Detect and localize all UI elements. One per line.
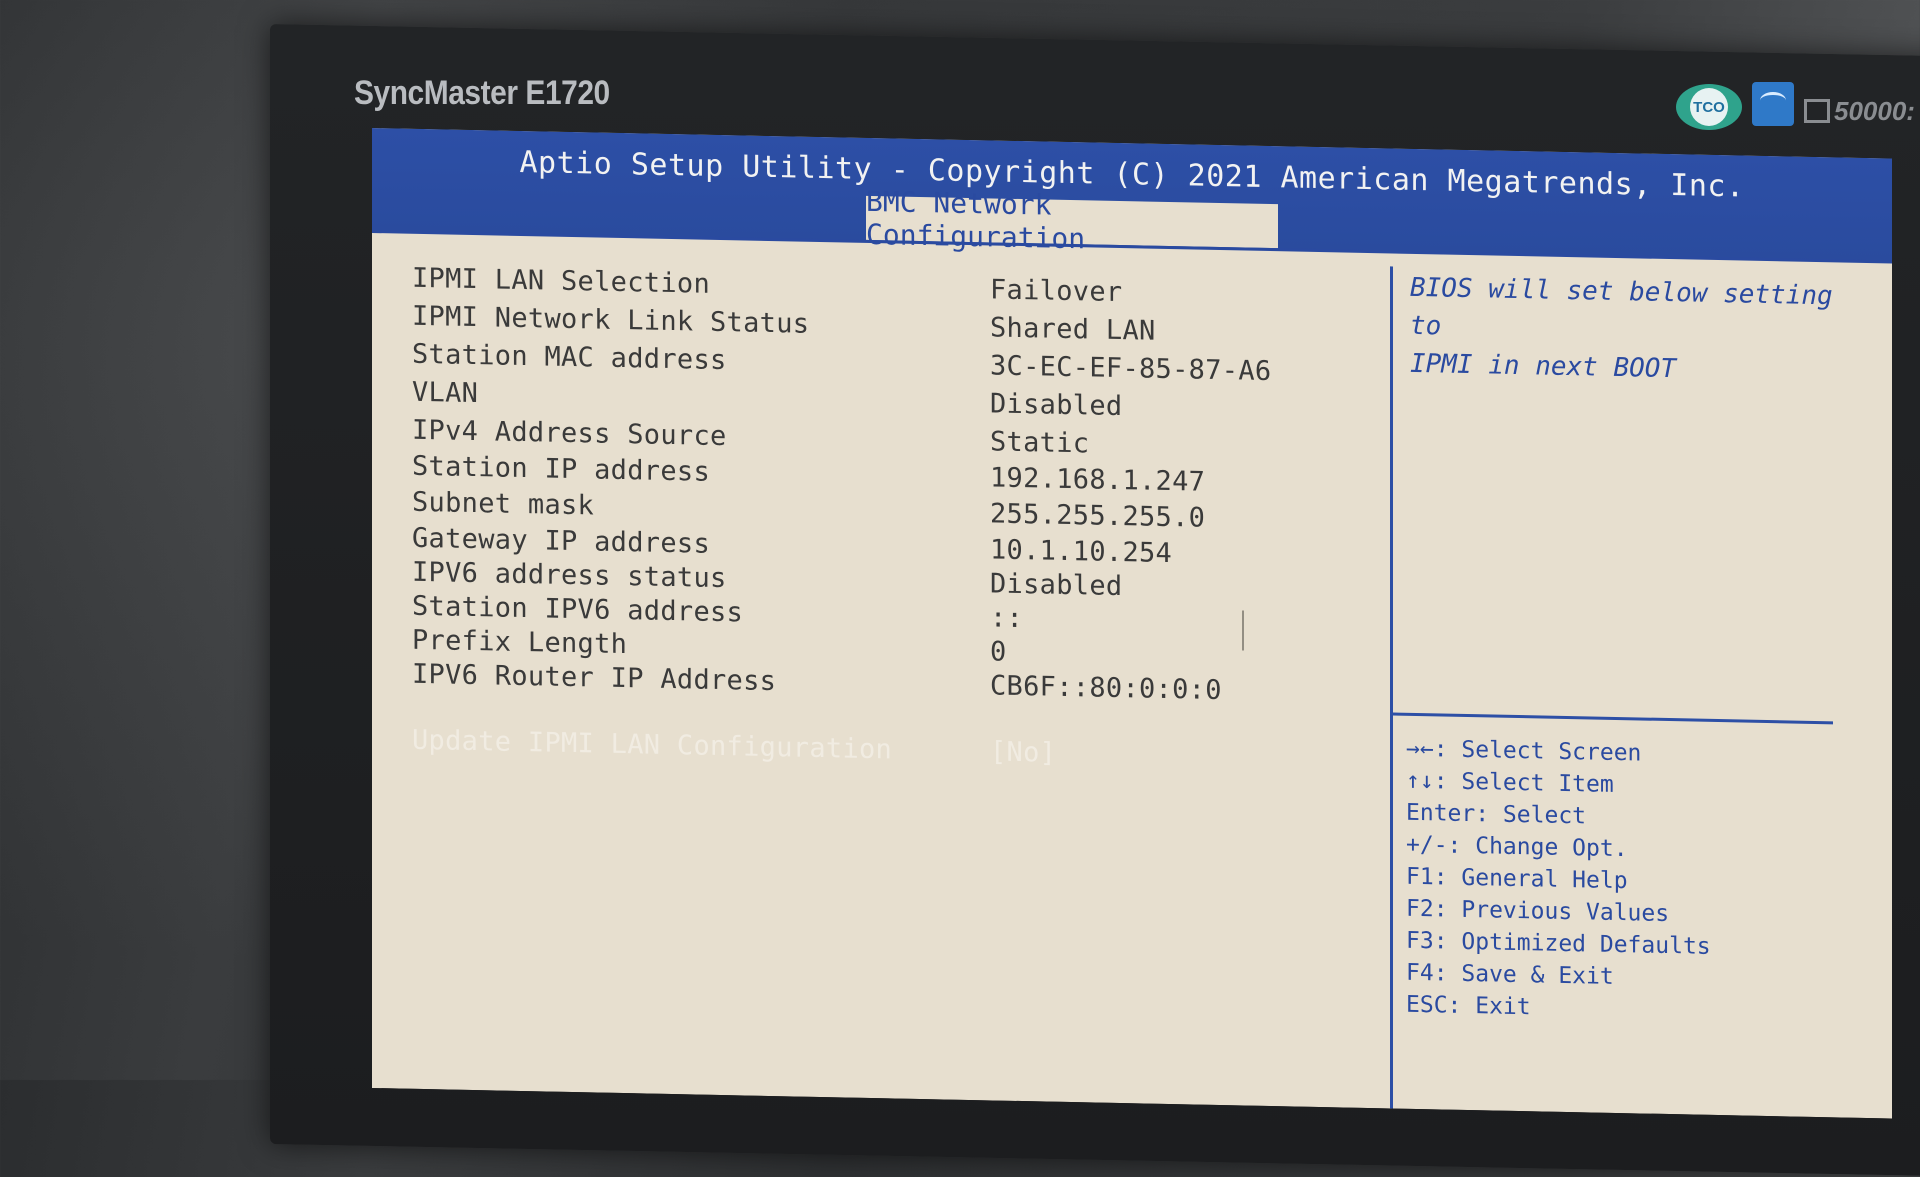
setting-value: 10.1.10.254 (990, 534, 1173, 570)
setting-label: Prefix Length (412, 624, 628, 661)
help-text-line: BIOS will set below setting to (1410, 272, 1833, 342)
setting-label: Station IPV6 address (412, 590, 744, 629)
action-label: Update IPMI LAN Configuration (412, 724, 893, 766)
help-panel: BIOS will set below setting to IPMI in n… (1410, 269, 1850, 392)
monitor-badges: TCO 50000: (1676, 78, 1920, 138)
setting-value: 192.168.1.247 (990, 462, 1206, 498)
monitor-screen: Aptio Setup Utility - Copyright (C) 2021… (372, 128, 1892, 1119)
setting-value: CB6F::80:0:0:0 (990, 670, 1222, 707)
settings-panel: IPMI LAN Selection Failover IPMI Network… (372, 254, 1392, 1108)
setting-value: Static (990, 426, 1090, 460)
setting-label: IPV6 address status (412, 556, 727, 595)
contrast-ratio-badge: 50000: (1804, 94, 1920, 128)
setting-value: Disabled (990, 568, 1123, 603)
setting-value: Failover (990, 274, 1123, 309)
setting-value: 0 (990, 636, 1007, 668)
setting-label: VLAN (412, 376, 479, 410)
setting-label: IPV6 Router IP Address (412, 658, 777, 698)
monitor-brand-label: SyncMaster E1720 (354, 74, 610, 112)
setting-label: Station IP address (412, 450, 710, 488)
setting-value: :: (990, 602, 1024, 635)
contrast-box-icon (1804, 99, 1830, 123)
setting-value: Disabled (990, 388, 1123, 423)
setting-label: IPMI Network Link Status (412, 300, 810, 340)
setting-label: Station MAC address (412, 338, 727, 377)
setting-value: 255.255.255.0 (990, 498, 1206, 534)
mouse-cursor-icon (1242, 610, 1244, 651)
contrast-ratio-text: 50000: (1834, 95, 1915, 126)
setting-label: IPv4 Address Source (412, 414, 727, 453)
update-ipmi-lan-configuration-option[interactable]: Update IPMI LAN Configuration [No] (412, 725, 1372, 782)
bios-setup-screen: Aptio Setup Utility - Copyright (C) 2021… (372, 128, 1892, 1119)
help-divider (1393, 712, 1833, 725)
setting-value: 3C-EC-EF-85-87-A6 (990, 350, 1272, 388)
energy-star-icon (1752, 82, 1794, 126)
setting-value: Shared LAN (990, 312, 1156, 347)
action-value[interactable]: [No] (990, 736, 1056, 768)
panel-divider (1390, 266, 1393, 1109)
help-text-line: IPMI in next BOOT (1410, 348, 1677, 385)
setting-label: Gateway IP address (412, 522, 710, 560)
tco-logo-text: TCO (1690, 88, 1728, 126)
setting-label: IPMI LAN Selection (412, 262, 710, 300)
key-help-list: →←: Select Screen ↑↓: Select Item Enter:… (1406, 733, 1846, 1030)
tco-logo-icon: TCO (1676, 84, 1742, 130)
setting-label: Subnet mask (412, 486, 595, 522)
